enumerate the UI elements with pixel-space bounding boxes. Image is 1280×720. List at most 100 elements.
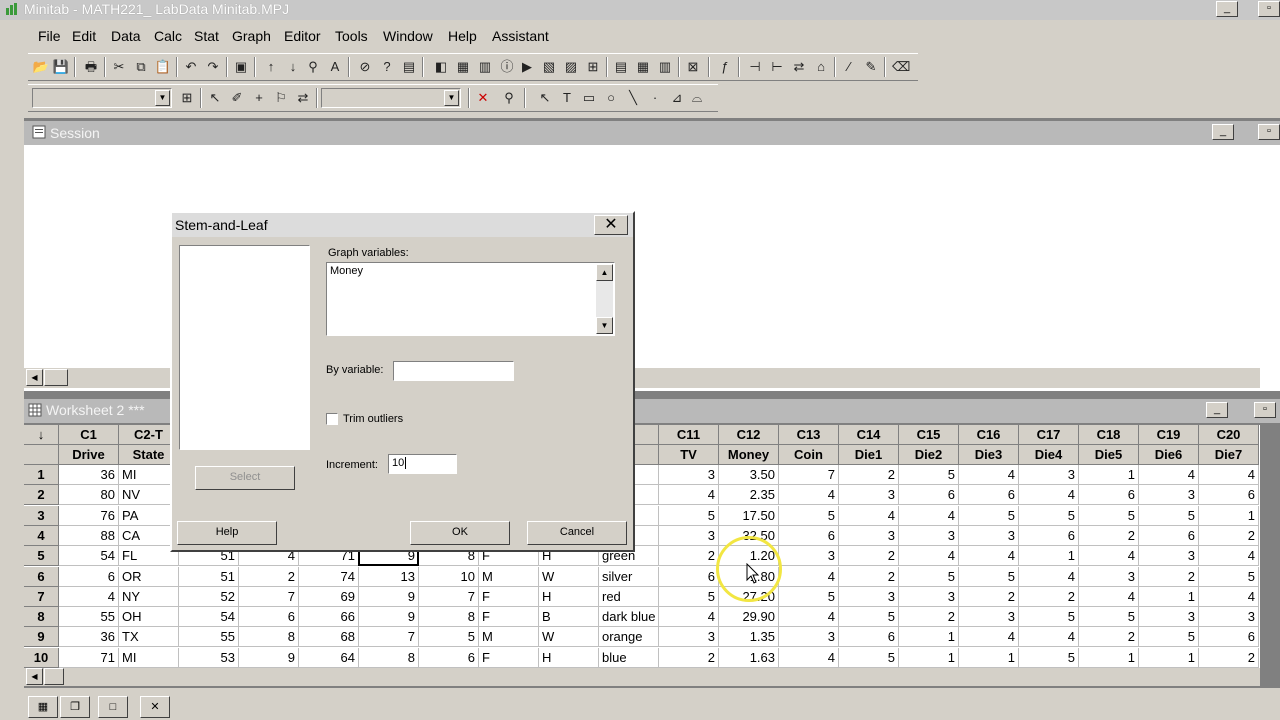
table-cell[interactable]: 52 xyxy=(179,586,239,607)
table-cell[interactable]: 68 xyxy=(299,627,359,648)
edit-last-dialog-icon[interactable]: ▣ xyxy=(232,58,250,76)
column-name[interactable]: Die4 xyxy=(1019,445,1079,465)
show-worksheet-icon[interactable]: ▦ xyxy=(454,58,472,76)
graph-combo[interactable]: ▼ xyxy=(32,88,172,108)
column-name[interactable]: Die1 xyxy=(839,445,899,465)
table-cell[interactable]: 2 xyxy=(659,546,719,567)
table-cell[interactable]: 5 xyxy=(1199,566,1259,587)
table-cell[interactable]: 4 xyxy=(899,546,959,567)
row-number[interactable]: 2 xyxy=(24,485,59,506)
scroll-left-icon[interactable]: ◀ xyxy=(26,668,43,685)
table-cell[interactable]: 55 xyxy=(179,627,239,648)
arrow-up-icon[interactable]: ↑ xyxy=(262,58,280,76)
table-cell[interactable]: 9 xyxy=(359,607,419,628)
print-icon[interactable]: 🖶 xyxy=(82,58,100,76)
select-pointer-icon[interactable]: ↖ xyxy=(206,89,224,107)
menu-window[interactable]: Window xyxy=(383,28,433,44)
session-restore-button[interactable]: ▫ xyxy=(1258,124,1280,140)
table-cell[interactable]: 4 xyxy=(839,505,899,526)
column-id[interactable]: C1 xyxy=(59,425,119,445)
layout-icon-1[interactable]: ▤ xyxy=(612,58,630,76)
table-cell[interactable]: 5 xyxy=(1079,505,1139,526)
rectangle-tool-icon[interactable]: ▭ xyxy=(580,89,598,107)
delete-icon[interactable]: ✕ xyxy=(474,89,492,107)
table-cell[interactable]: 2 xyxy=(1079,525,1139,546)
table-cell[interactable]: 4 xyxy=(1079,546,1139,567)
column-name[interactable]: Die6 xyxy=(1139,445,1199,465)
table-cell[interactable]: 3 xyxy=(1199,607,1259,628)
table-cell[interactable]: 3 xyxy=(659,465,719,485)
table-cell[interactable]: 88 xyxy=(59,525,119,546)
row-number[interactable]: 9 xyxy=(24,627,59,648)
table-cell[interactable]: 4 xyxy=(959,627,1019,648)
table-cell[interactable]: 69 xyxy=(299,586,359,607)
corner-cell[interactable]: ↓ xyxy=(24,425,59,445)
worksheet-tab-icon[interactable]: ▦ xyxy=(28,696,58,718)
table-cell[interactable]: 10 xyxy=(419,566,479,587)
table-cell[interactable]: 5 xyxy=(1019,647,1079,668)
column-name[interactable]: TV xyxy=(659,445,719,465)
scroll-thumb[interactable] xyxy=(44,668,64,685)
table-cell[interactable]: 6 xyxy=(1019,525,1079,546)
scroll-up-icon[interactable]: ▲ xyxy=(596,264,613,281)
table-cell[interactable]: F xyxy=(479,586,539,607)
report-pad-icon[interactable]: ▧ xyxy=(540,58,558,76)
table-cell[interactable]: 5 xyxy=(659,505,719,526)
table-cell[interactable]: 1 xyxy=(899,627,959,648)
table-cell[interactable]: 3 xyxy=(659,525,719,546)
table-cell[interactable]: 7 xyxy=(779,465,839,485)
scroll-thumb[interactable] xyxy=(44,369,68,386)
column-name[interactable]: Drive xyxy=(59,445,119,465)
table-cell[interactable]: 3 xyxy=(1079,566,1139,587)
column-id[interactable]: C11 xyxy=(659,425,719,445)
table-cell[interactable]: 7 xyxy=(419,586,479,607)
column-name[interactable]: Die3 xyxy=(959,445,1019,465)
table-cell[interactable]: 4 xyxy=(959,465,1019,485)
table-cell[interactable]: 5 xyxy=(1139,505,1199,526)
table-cell[interactable]: 54 xyxy=(59,546,119,567)
copy-icon[interactable]: ⧉ xyxy=(132,58,150,76)
stack-icon[interactable]: ▤ xyxy=(400,58,418,76)
find-icon[interactable]: ⚲ xyxy=(304,58,322,76)
cancel-button[interactable]: Cancel xyxy=(527,521,627,545)
table-cell[interactable]: 3 xyxy=(959,607,1019,628)
table-cell[interactable]: 17.50 xyxy=(719,505,779,526)
table-cell[interactable]: 36 xyxy=(59,627,119,648)
table-cell[interactable]: 80 xyxy=(59,485,119,506)
table-cell[interactable]: 5 xyxy=(839,647,899,668)
layout-icon-2[interactable]: ▦ xyxy=(634,58,652,76)
flag-icon[interactable]: ⚐ xyxy=(272,89,290,107)
formula-icon[interactable]: ƒ xyxy=(716,58,734,76)
pen-icon[interactable]: ✎ xyxy=(862,58,880,76)
table-cell[interactable]: W xyxy=(539,566,599,587)
table-cell[interactable]: NY xyxy=(119,586,179,607)
brush-tool-icon[interactable]: ✐ xyxy=(228,89,246,107)
table-cell[interactable]: 7 xyxy=(359,627,419,648)
insert-row-icon[interactable]: ⊣ xyxy=(746,58,764,76)
graph-variables-field[interactable]: Money ▲ ▼ xyxy=(326,262,615,336)
table-cell[interactable]: 74 xyxy=(299,566,359,587)
increment-field[interactable]: 10 xyxy=(388,454,457,474)
trim-outliers-checkbox[interactable] xyxy=(326,413,338,425)
table-cell[interactable]: 4 xyxy=(1199,465,1259,485)
table-cell[interactable]: MI xyxy=(119,647,179,668)
table-cell[interactable]: 1.35 xyxy=(719,627,779,648)
table-cell[interactable]: silver xyxy=(599,566,659,587)
table-cell[interactable]: 1 xyxy=(1139,586,1199,607)
move-col-icon[interactable]: ⇄ xyxy=(790,58,808,76)
table-cell[interactable]: 1 xyxy=(1079,647,1139,668)
table-cell[interactable]: 3.50 xyxy=(719,465,779,485)
table-cell[interactable]: 4 xyxy=(899,505,959,526)
table-cell[interactable]: 3 xyxy=(1139,607,1199,628)
table-cell[interactable]: 5 xyxy=(779,505,839,526)
table-cell[interactable]: 3 xyxy=(1139,546,1199,567)
menu-edit[interactable]: Edit xyxy=(72,28,96,44)
insert-col-icon[interactable]: ⊢ xyxy=(768,58,786,76)
table-cell[interactable]: 1 xyxy=(1199,505,1259,526)
table-cell[interactable]: W xyxy=(539,627,599,648)
table-cell[interactable]: 2 xyxy=(839,566,899,587)
table-cell[interactable]: 29.90 xyxy=(719,607,779,628)
table-cell[interactable]: 66 xyxy=(299,607,359,628)
pointer-icon[interactable]: ↖ xyxy=(536,89,554,107)
help-button[interactable]: Help xyxy=(177,521,277,545)
